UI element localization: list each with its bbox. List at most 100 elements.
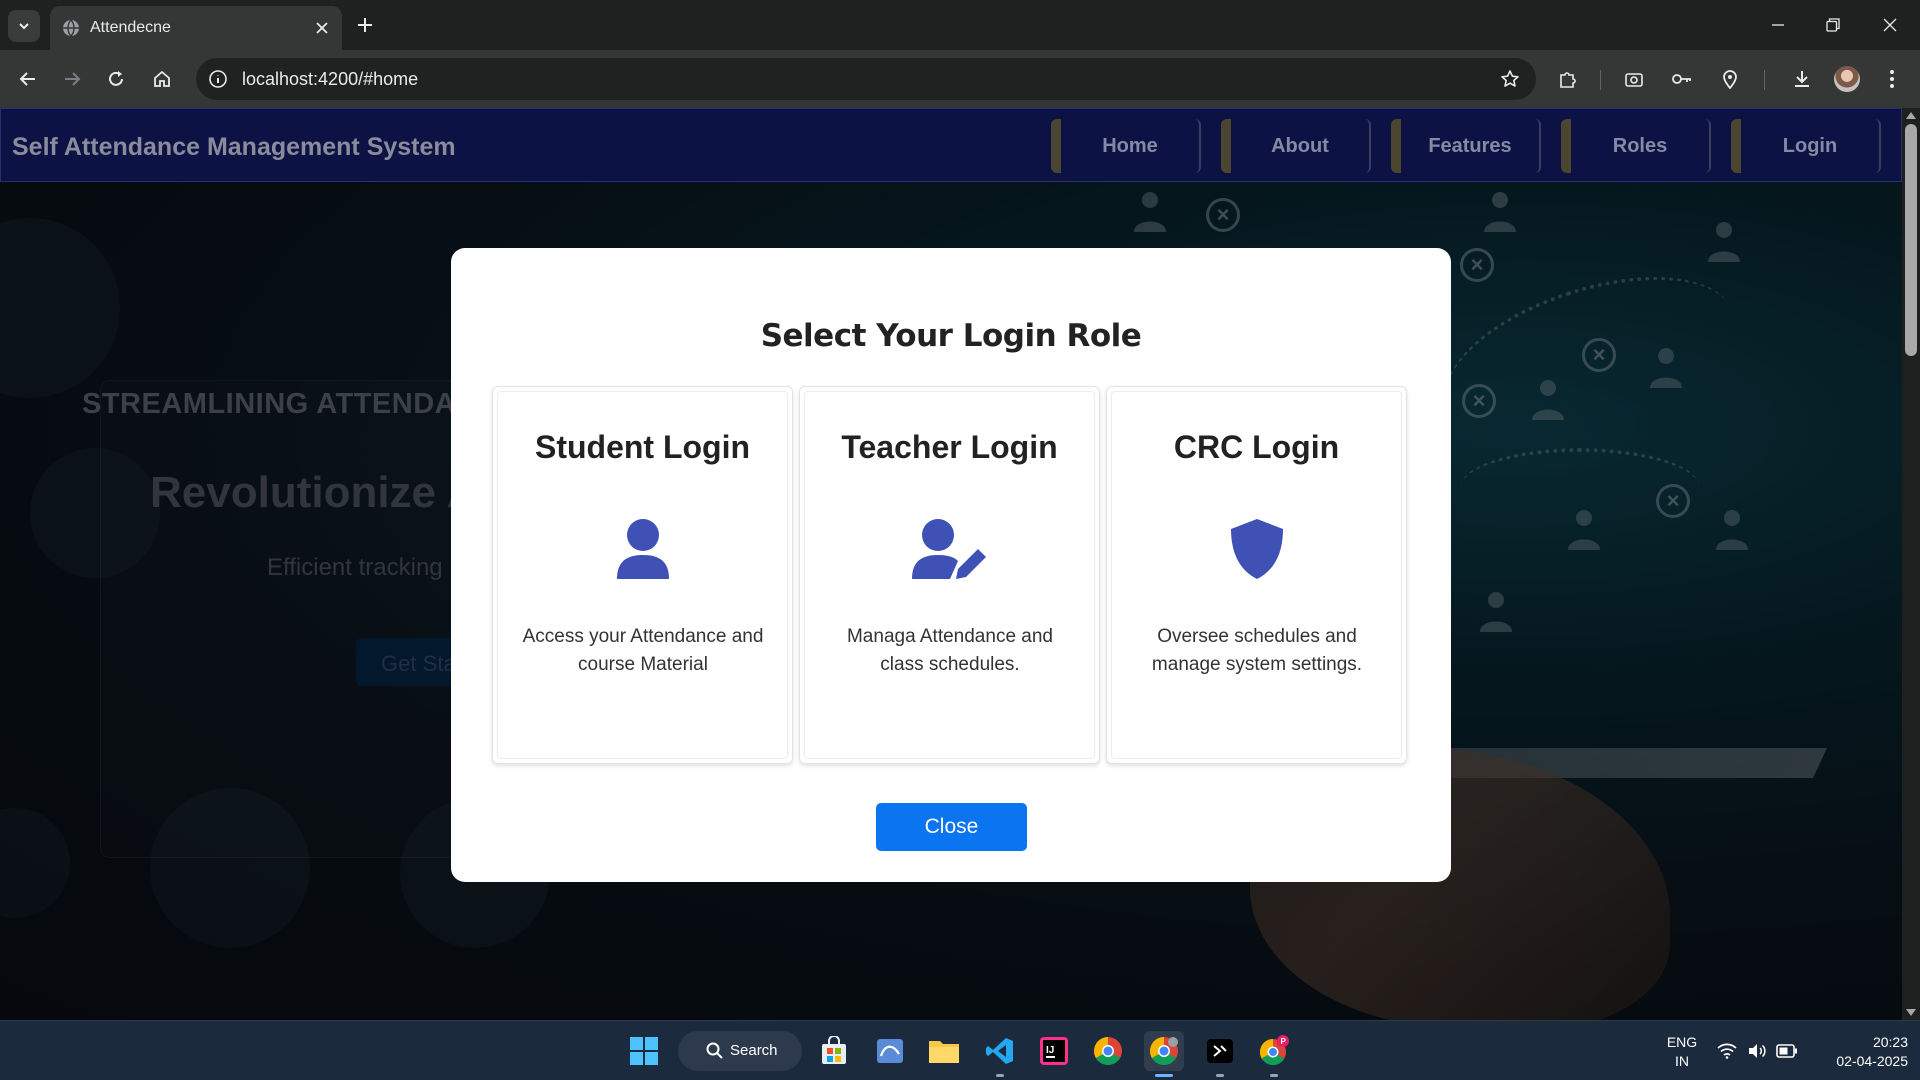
browser-tab[interactable]: Attendecne [50,6,342,50]
taskbar-app-terminal[interactable] [1200,1031,1240,1077]
location-button[interactable] [1714,63,1746,95]
minimize-button[interactable] [1756,10,1800,40]
language-indicator[interactable]: ENG IN [1658,1033,1706,1071]
student-login-card[interactable]: Student Login Access your Attendance and… [492,386,793,764]
role-title: Teacher Login [841,429,1058,465]
location-pin-icon [1723,70,1737,89]
browser-toolbar: localhost:4200/#home [0,50,1920,108]
password-button[interactable] [1666,63,1698,95]
nav-login[interactable]: Login [1731,119,1881,173]
more-vertical-icon [1890,70,1894,88]
start-button[interactable] [624,1031,664,1071]
modal-title: Select Your Login Role [760,318,1142,354]
taskbar-app-vscode[interactable] [980,1031,1020,1077]
taskbar-app-intellij[interactable]: IJ [1034,1031,1074,1071]
download-icon [1795,71,1809,87]
terminal-icon [1207,1039,1233,1063]
nav-about[interactable]: About [1221,119,1371,173]
arrow-left-icon [19,72,35,86]
battery-icon[interactable] [1776,1041,1798,1061]
extensions-button[interactable] [1552,63,1584,95]
store-icon [822,1036,846,1064]
teacher-login-card[interactable]: Teacher Login Managa Attendance and clas… [799,386,1100,764]
taskbar-app-chrome-active[interactable] [1144,1031,1184,1077]
taskbar-app-chrome[interactable] [1088,1031,1128,1071]
running-indicator [996,1074,1004,1077]
close-tab-icon[interactable] [312,18,332,38]
running-indicator [1270,1074,1278,1077]
url-text[interactable]: localhost:4200/#home [242,69,418,90]
site-info-icon[interactable] [206,67,230,91]
svg-text:P: P [1281,1037,1287,1046]
taskbar-search[interactable]: Search [678,1031,802,1071]
clock-time: 20:23 [1872,1034,1908,1050]
browser-tab-strip: Attendecne [0,0,1920,50]
taskbar-app-store[interactable] [814,1031,854,1071]
folder-icon [929,1041,959,1063]
tab-title: Attendecne [90,19,171,36]
home-icon [154,70,170,87]
close-button[interactable]: Close [876,803,1027,851]
windows-logo-icon [630,1037,658,1065]
back-button[interactable] [12,63,44,95]
reload-icon [109,71,123,86]
bookmark-star-icon[interactable] [1498,67,1522,91]
downloads-button[interactable] [1786,63,1818,95]
intellij-icon: IJ [1040,1037,1068,1065]
scroll-up-arrow-icon[interactable] [1906,112,1916,119]
reload-button[interactable] [100,63,132,95]
running-indicator [1155,1074,1173,1077]
taskbar-app-explorer[interactable] [924,1031,964,1071]
window-close-button[interactable] [1868,10,1912,40]
close-icon [1883,18,1897,32]
clock[interactable]: 20:23 02-04-2025 [1810,1033,1908,1071]
page-scrollbar[interactable] [1902,108,1920,1020]
nav-roles[interactable]: Roles [1561,119,1711,173]
wifi-icon[interactable] [1716,1041,1738,1061]
role-description: Managa Attendance and class schedules. [846,626,1053,675]
taskbar-app-sql[interactable] [870,1031,910,1071]
svg-text:IJ: IJ [1046,1045,1054,1056]
scrollbar-thumb[interactable] [1905,124,1917,356]
language-code: ENG [1666,1034,1698,1050]
arrow-right-icon [65,72,81,86]
role-description: Access your Attendance and course Materi… [522,626,764,675]
scroll-down-arrow-icon[interactable] [1906,1009,1916,1016]
restore-button[interactable] [1811,10,1855,40]
camera-icon [1625,73,1643,87]
search-icon [706,1042,723,1059]
toolbar-divider [1764,70,1765,90]
site-brand[interactable]: Self Attendance Management System [12,133,456,162]
plus-icon [358,18,372,32]
user-pen-icon [911,519,986,579]
address-bar[interactable]: localhost:4200/#home [196,58,1536,100]
role-title: Student Login [534,429,751,465]
nav-home[interactable]: Home [1051,119,1201,173]
toolbar-divider [1600,70,1601,90]
home-button[interactable] [146,63,178,95]
chevron-down-icon [19,23,29,30]
user-icon [616,519,669,579]
tab-search-button[interactable] [8,10,40,42]
site-navbar: Self Attendance Management System Home A… [0,108,1902,182]
new-tab-button[interactable] [352,12,378,38]
taskbar-app-chrome-profile[interactable]: P [1254,1031,1294,1077]
running-indicator [1216,1074,1224,1077]
chrome-profile-icon: P [1259,1035,1289,1066]
menu-button[interactable] [1876,63,1908,95]
role-title: CRC Login [1173,429,1340,465]
volume-icon[interactable] [1746,1041,1768,1061]
shield-icon [1230,519,1283,579]
region-code: IN [1675,1053,1689,1069]
nav-features[interactable]: Features [1391,119,1541,173]
forward-button[interactable] [56,63,88,95]
globe-icon [63,19,79,37]
screenshot-button[interactable] [1618,63,1650,95]
crc-login-card[interactable]: CRC Login Oversee schedules and manage s… [1106,386,1407,764]
minimize-icon [1772,24,1784,26]
profile-avatar[interactable] [1834,66,1860,92]
login-role-modal: Select Your Login Role Student Login Acc… [451,248,1451,882]
page-viewport: × × × × × STREAMLINING ATTENDANC Revolut… [0,108,1902,1020]
chrome-icon [1094,1037,1122,1065]
search-label: Search [730,1042,778,1059]
